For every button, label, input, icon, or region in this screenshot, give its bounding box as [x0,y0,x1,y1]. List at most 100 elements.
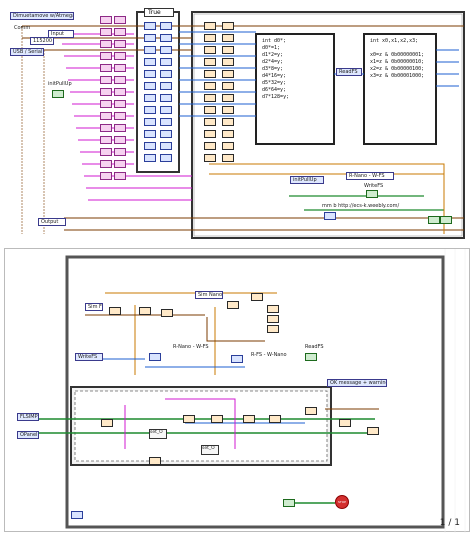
true-case-selector[interactable]: True [144,8,174,17]
bit-node [114,76,126,84]
set-o-node[interactable]: set_O [149,429,167,439]
bit-node [100,64,112,72]
bit-node [114,28,126,36]
formula-line: x2=z & 0b00000100; [370,66,425,72]
bit-node [114,112,126,120]
status-indicator[interactable] [440,216,452,224]
formula-line: d6*64=y; [262,87,287,93]
formula-node-2[interactable]: int x0,x1,x2,x3; x0=z & 0b00000001; x1=z… [368,38,434,138]
bit-node [100,100,112,108]
writefs-node[interactable] [366,190,378,198]
case-node [144,70,156,78]
bit-node [100,76,112,84]
bottom-wires [37,249,466,533]
mid-node [204,154,216,162]
mid-node [204,118,216,126]
bit-node [100,148,112,156]
glyph-node [339,419,351,427]
flsimp-terminal[interactable]: FLSIMP [17,413,39,421]
glyph-node [227,301,239,309]
glyph-node [267,315,279,323]
loop-iteration-terminal [71,511,83,519]
output-terminal[interactable]: Output [38,218,66,226]
stop-condition-node [283,499,295,507]
case-node [160,22,172,30]
bit-node [100,136,112,144]
ports-selector[interactable]: Dimuetamove w/Atmega 328 [10,12,74,20]
bit-node [100,172,112,180]
glyph-node [211,415,223,423]
case-node [160,154,172,162]
bit-node [100,40,112,48]
glyph-node [269,415,281,423]
usb-serial-selector[interactable]: USB / Serial [10,48,44,56]
bit-node [114,52,126,60]
case-node [144,22,156,30]
bit-node [114,88,126,96]
case-node [144,130,156,138]
url-text: mm b http://ecs-k.weebly.com/ [322,203,400,209]
case-node [144,94,156,102]
glyph-node [109,307,121,315]
mid-node [204,82,216,90]
set-o-node-2[interactable]: set_O [201,445,219,455]
mid-node [222,70,234,78]
comm-value-field[interactable]: 115200 [30,37,54,45]
glyph-node [149,353,161,361]
mid-node [204,34,216,42]
glyph-node [149,457,161,465]
glyph-node [305,353,317,361]
comm-label: Comm [14,25,31,31]
rnano-wfs-node[interactable]: R-Nano - W-FS [346,172,394,180]
mid-node [204,142,216,150]
formula-line: d4*16=y; [262,73,287,79]
formula-line: int x0,x1,x2,x3; [370,38,419,44]
glyph-node [139,307,151,315]
mid-node [204,70,216,78]
bit-node [114,124,126,132]
stop-button[interactable]: STOP [335,495,349,509]
case-node [160,142,172,150]
formula-line: d5*32=y; [262,80,287,86]
mid-node [204,46,216,54]
readfs-indicator[interactable]: ReadFS [336,68,362,76]
bit-node [100,16,112,24]
case-node [160,106,172,114]
mid-node [222,154,234,162]
readfs-label: ReadFS [305,344,324,350]
formula-line: d1*2=y; [262,52,284,58]
input-terminal[interactable]: Input [48,30,74,38]
mid-node [222,34,234,42]
url-node [324,212,336,220]
formula-line: x1=z & 0b00000010; [370,59,425,65]
glyph-node [231,355,243,363]
case-node [160,94,172,102]
formula-line: d2*4=y; [262,59,284,65]
bit-node [100,124,112,132]
page-indicator: 1 / 1 [439,518,460,528]
initpullup-terminal[interactable] [52,90,64,98]
ok-message-selector[interactable]: OK message + warnings [327,379,387,387]
initpullup-node[interactable]: initPullUp [290,176,324,184]
case-node [160,118,172,126]
bit-node [114,100,126,108]
mid-node [222,94,234,102]
writefs-label: WriteFS [364,183,384,189]
case-node [144,106,156,114]
case-node [144,34,156,42]
top-block-diagram: Dimuetamove w/Atmega 328 Comm 115200 USB… [4,4,470,244]
output-indicator[interactable] [428,216,440,224]
mid-node [222,82,234,90]
glyph-node [367,427,379,435]
formula-node-1[interactable]: int d0*; d0*=1; d1*2=y; d2*4=y; d3*8=y; … [260,38,330,138]
case-node [160,34,172,42]
write-fs-control[interactable]: WriteFS [75,353,103,361]
glyph-node [267,325,279,333]
op-panel-terminal[interactable]: OPanel [17,431,39,439]
glyph-node [101,419,113,427]
bit-node [100,160,112,168]
case-node [144,58,156,66]
case-node [160,46,172,54]
mid-node [222,58,234,66]
case-node [144,142,156,150]
